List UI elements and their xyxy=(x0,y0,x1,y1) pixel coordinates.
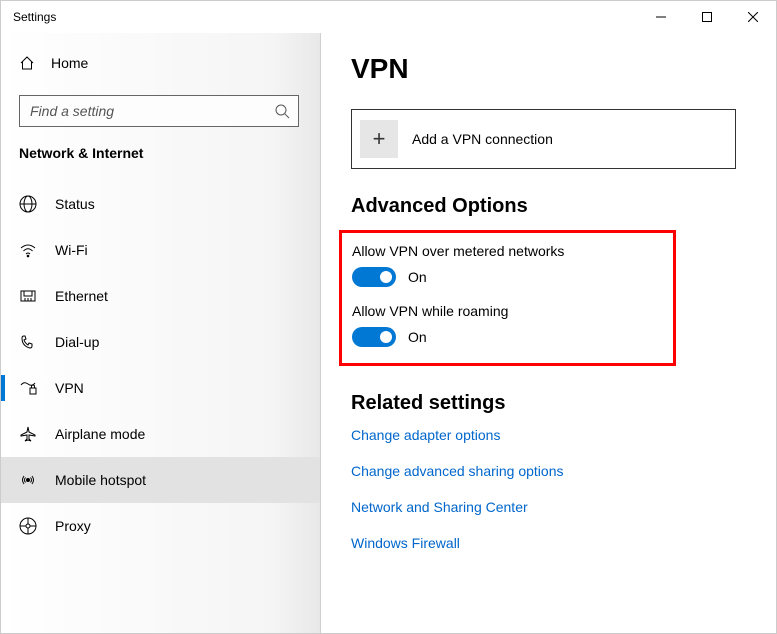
sidebar-item-label: Mobile hotspot xyxy=(55,472,146,488)
sidebar-item-airplane[interactable]: Airplane mode xyxy=(1,411,321,457)
metered-label: Allow VPN over metered networks xyxy=(352,243,659,259)
plus-icon: + xyxy=(360,120,398,158)
sidebar-item-wifi[interactable]: Wi-Fi xyxy=(1,227,321,273)
sidebar-item-label: Proxy xyxy=(55,518,91,534)
dialup-icon xyxy=(19,333,37,351)
sidebar-item-label: Ethernet xyxy=(55,288,108,304)
sidebar-item-label: Wi-Fi xyxy=(55,242,88,258)
titlebar: Settings xyxy=(1,1,776,33)
highlight-box: Allow VPN over metered networks On Allow… xyxy=(339,230,676,366)
sidebar-item-label: Airplane mode xyxy=(55,426,145,442)
advanced-options-header: Advanced Options xyxy=(351,195,736,218)
sidebar-item-hotspot[interactable]: Mobile hotspot xyxy=(1,457,321,503)
wifi-icon xyxy=(19,241,37,259)
link-adapter[interactable]: Change adapter options xyxy=(351,427,736,443)
airplane-icon xyxy=(19,425,37,443)
vpn-icon xyxy=(19,379,37,397)
minimize-button[interactable] xyxy=(638,1,684,33)
search-placeholder: Find a setting xyxy=(30,103,274,119)
status-icon xyxy=(19,195,37,213)
window-title: Settings xyxy=(13,10,56,24)
sidebar-item-label: Status xyxy=(55,196,95,212)
search-icon xyxy=(274,103,290,119)
sidebar-item-dialup[interactable]: Dial-up xyxy=(1,319,321,365)
sidebar-item-ethernet[interactable]: Ethernet xyxy=(1,273,321,319)
metered-state: On xyxy=(408,269,427,285)
link-center[interactable]: Network and Sharing Center xyxy=(351,499,736,515)
category-header: Network & Internet xyxy=(1,145,321,161)
page-title: VPN xyxy=(351,53,736,85)
roaming-toggle[interactable] xyxy=(352,327,396,347)
close-button[interactable] xyxy=(730,1,776,33)
proxy-icon xyxy=(19,517,37,535)
roaming-label: Allow VPN while roaming xyxy=(352,303,659,319)
related-settings-header: Related settings xyxy=(351,392,736,415)
sidebar-item-label: Dial-up xyxy=(55,334,99,350)
settings-window: Settings Home Find a setting Network & I… xyxy=(0,0,777,634)
hotspot-icon xyxy=(19,471,37,489)
ethernet-icon xyxy=(19,287,37,305)
home-icon xyxy=(19,55,35,71)
main-content: VPN + Add a VPN connection Advanced Opti… xyxy=(321,33,776,633)
roaming-state: On xyxy=(408,329,427,345)
sidebar: Home Find a setting Network & Internet S… xyxy=(1,33,321,633)
home-link[interactable]: Home xyxy=(1,43,321,83)
add-vpn-button[interactable]: + Add a VPN connection xyxy=(351,109,736,169)
sidebar-item-label: VPN xyxy=(55,380,84,396)
sidebar-item-status[interactable]: Status xyxy=(1,181,321,227)
link-firewall[interactable]: Windows Firewall xyxy=(351,535,736,551)
search-input[interactable]: Find a setting xyxy=(19,95,299,127)
add-vpn-label: Add a VPN connection xyxy=(412,131,553,147)
link-sharing[interactable]: Change advanced sharing options xyxy=(351,463,736,479)
metered-toggle[interactable] xyxy=(352,267,396,287)
home-label: Home xyxy=(51,55,88,71)
sidebar-item-vpn[interactable]: VPN xyxy=(1,365,321,411)
maximize-button[interactable] xyxy=(684,1,730,33)
sidebar-item-proxy[interactable]: Proxy xyxy=(1,503,321,549)
